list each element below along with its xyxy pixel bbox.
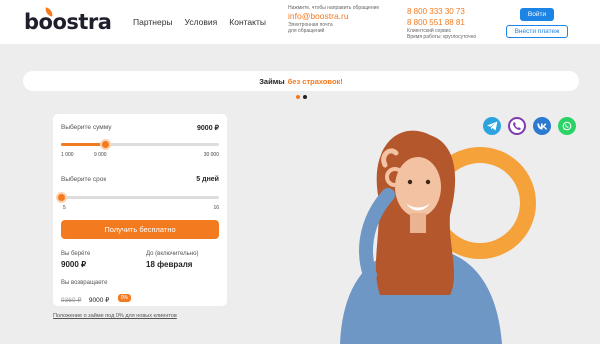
amount-slider-thumb[interactable] bbox=[99, 139, 111, 150]
banner-text: Займы bbox=[259, 76, 285, 86]
banner-accent: без страховок! bbox=[287, 76, 343, 86]
term-label: Выберите срок bbox=[61, 176, 107, 183]
promo-banner[interactable]: Займы без страховок! bbox=[23, 71, 579, 91]
make-payment-button[interactable]: Внести платеж bbox=[506, 25, 568, 38]
contact-email-block: Нажмите, чтобы направить обращение info@… bbox=[288, 5, 398, 34]
nav-partners[interactable]: Партнеры bbox=[133, 17, 173, 27]
term-tick-max: 16 bbox=[213, 205, 219, 211]
term-slider-thumb[interactable] bbox=[56, 192, 67, 203]
zero-percent-terms-link[interactable]: Положение о займе под 0% для новых клиен… bbox=[53, 313, 177, 319]
carousel-dots bbox=[296, 95, 307, 99]
amount-tick-mid: 9 000 bbox=[94, 152, 107, 158]
main-nav: Партнеры Условия Контакты bbox=[133, 17, 266, 27]
zero-percent-badge: 0% bbox=[117, 293, 131, 302]
hero-illustration bbox=[340, 130, 536, 344]
term-ticks: 5 16 bbox=[61, 205, 219, 211]
amount-ticks: 1 000 9 000 30 000 bbox=[61, 152, 219, 158]
whatsapp-icon[interactable] bbox=[558, 117, 576, 135]
nav-contacts[interactable]: Контакты bbox=[229, 17, 266, 27]
header: boostra Партнеры Условия Контакты Нажмит… bbox=[0, 0, 600, 44]
term-row: Выберите срок 5 дней bbox=[61, 176, 219, 183]
whatsapp-glyph bbox=[562, 121, 572, 131]
phone-link-2[interactable]: 8 800 551 88 81 bbox=[407, 17, 507, 28]
take-value: 9000 ₽ bbox=[61, 260, 87, 269]
amount-label: Выберите сумму bbox=[61, 124, 112, 131]
carousel-dot-1[interactable] bbox=[296, 95, 300, 99]
amount-tick-min: 1 000 bbox=[61, 152, 74, 158]
until-value: 18 февраля bbox=[146, 260, 193, 269]
amount-row: Выберите сумму 9000 ₽ bbox=[61, 124, 219, 132]
return-new-value: 9000 ₽ bbox=[88, 297, 110, 304]
return-values: 9360 ₽ 9000 ₽ 0% bbox=[61, 289, 131, 307]
until-label: До (включительно) bbox=[146, 251, 199, 257]
carousel-dot-2[interactable] bbox=[303, 95, 307, 99]
phone-caption-2: Время работы: круглосуточно bbox=[407, 34, 477, 40]
nav-conditions[interactable]: Условия bbox=[185, 17, 218, 27]
term-slider[interactable] bbox=[56, 192, 219, 203]
amount-value: 9000 ₽ bbox=[197, 125, 219, 132]
term-value: 5 дней bbox=[196, 176, 219, 183]
amount-slider-fill bbox=[61, 143, 105, 146]
email-link[interactable]: info@boostra.ru bbox=[288, 11, 398, 22]
amount-slider[interactable] bbox=[61, 139, 219, 150]
login-button[interactable]: Войти bbox=[520, 8, 554, 21]
loan-calculator: Выберите сумму 9000 ₽ 1 000 9 000 30 000… bbox=[53, 114, 227, 306]
return-old-value: 9360 ₽ bbox=[61, 297, 82, 304]
logo[interactable]: boostra bbox=[24, 7, 112, 34]
return-label: Вы возвращаете bbox=[61, 280, 108, 286]
term-tick-min: 5 bbox=[63, 205, 66, 211]
email-caption-2: для обращений bbox=[288, 28, 325, 34]
contact-phones-block: 8 800 333 30 73 8 800 551 88 81 Клиентск… bbox=[407, 6, 507, 40]
amount-tick-max: 30 000 bbox=[203, 152, 219, 158]
get-loan-button[interactable]: Получить бесплатно bbox=[61, 220, 219, 239]
phone-link-1[interactable]: 8 800 333 30 73 bbox=[407, 6, 507, 17]
take-label: Вы берёте bbox=[61, 251, 91, 257]
